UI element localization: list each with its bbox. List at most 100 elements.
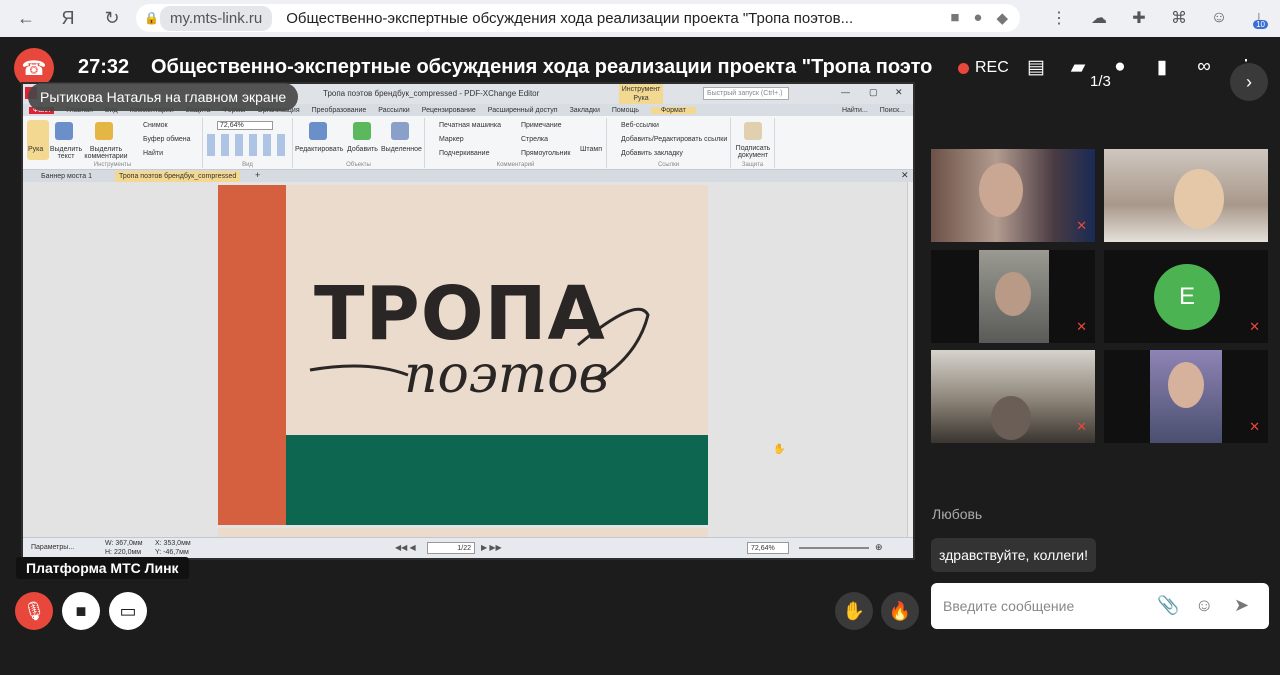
reload-icon[interactable]: ↻	[96, 2, 128, 34]
search-link[interactable]: Поиск...	[880, 107, 905, 114]
participant-face-3	[995, 272, 1031, 316]
participant-tile-6[interactable]: ✕	[1104, 350, 1268, 443]
add-icon[interactable]	[353, 122, 371, 140]
cursor-hand-icon: ✋	[773, 444, 786, 455]
page-number-field[interactable]: 1/22	[427, 542, 475, 554]
stamp-button[interactable]: Штамп	[580, 146, 602, 153]
profile-icon[interactable]: ☺	[1206, 5, 1232, 31]
tool-context-tab[interactable]: Инструмент Рука	[619, 84, 663, 104]
hand-tool-icon[interactable]	[27, 120, 49, 160]
close-doc-icon[interactable]: ✕	[901, 170, 909, 181]
bookmark-icon[interactable]: ◆	[996, 9, 1008, 27]
mic-indicator-icon[interactable]: ●	[973, 9, 982, 27]
participant-tile-1[interactable]: ✕	[931, 149, 1095, 242]
translate-icon[interactable]: ⌘	[1166, 5, 1192, 31]
find-link[interactable]: Найти...	[842, 107, 868, 114]
params-button[interactable]: Параметры...	[31, 544, 74, 551]
close-icon[interactable]: ✕	[895, 87, 903, 98]
marker-button[interactable]: Маркер	[439, 136, 464, 143]
attach-icon[interactable]: 📎	[1157, 595, 1179, 616]
participant-tile-5[interactable]: ✕	[931, 350, 1095, 443]
menu-mailings[interactable]: Рассылки	[378, 107, 409, 114]
document-icon[interactable]: ▮	[1148, 53, 1176, 81]
mic-toggle-button[interactable]: 🎙	[15, 592, 53, 630]
ribbon-group-comments: Печатная машинка Примечание Маркер Стрел…	[425, 118, 607, 168]
chat-message-input[interactable]	[943, 598, 1143, 614]
back-icon[interactable]: ←	[10, 2, 42, 34]
recording-indicator[interactable]: REC	[958, 59, 1009, 77]
quick-search-input[interactable]: Быстрый запуск (Ctrl+.)	[703, 87, 789, 100]
screen-share-button[interactable]: ▭	[109, 592, 147, 630]
brand-swash	[309, 307, 650, 382]
camera-indicator-icon[interactable]: ■	[950, 9, 959, 27]
menu-review[interactable]: Рецензирование	[422, 107, 476, 114]
view-tools-icons[interactable]	[207, 134, 287, 156]
clipboard-button[interactable]: Буфер обмена	[143, 136, 191, 143]
zoom-field[interactable]: 72,64%	[217, 121, 273, 130]
arrow-button[interactable]: Стрелка	[521, 136, 548, 143]
add-bookmark-button[interactable]: Добавить закладку	[621, 150, 683, 157]
add-edit-links-button[interactable]: Добавить/Редактировать ссылки	[621, 136, 727, 143]
edit-icon[interactable]	[309, 122, 327, 140]
select-text-icon[interactable]	[55, 122, 73, 140]
pdf-window-title: Тропа поэтов брендбук_compressed - PDF-X…	[323, 89, 540, 98]
menu-format[interactable]: Формат	[650, 106, 696, 114]
extensions-icon[interactable]: ✚	[1126, 5, 1152, 31]
selected-icon[interactable]	[391, 122, 409, 140]
menu-convert[interactable]: Преобразование	[312, 107, 367, 114]
menu-bookmarks[interactable]: Закладки	[570, 107, 600, 114]
doc-tab-1[interactable]: Баннер моста 1	[37, 171, 96, 182]
rec-dot-icon	[958, 62, 969, 74]
address-bar[interactable]: 🔒 my.mts-link.ru Общественно-экспертные …	[136, 4, 1020, 32]
link-icon[interactable]: ∞	[1190, 53, 1218, 81]
find-button[interactable]: Найти	[143, 150, 163, 157]
maximize-icon[interactable]: ▢	[869, 87, 878, 98]
reaction-button[interactable]: 🔥	[881, 592, 919, 630]
participant-tile-2[interactable]	[1104, 149, 1268, 242]
pdf-vertical-scrollbar[interactable]	[907, 182, 913, 537]
edit-button[interactable]: Редактировать	[295, 146, 343, 153]
chat-icon[interactable]: ▰	[1064, 53, 1092, 81]
zoom-in-icon[interactable]: ⊕	[875, 542, 883, 553]
pdf-statusbar: Параметры... W: 367,0мм H: 220,0мм X: 35…	[23, 537, 913, 558]
tiles-next-button[interactable]: ›	[1230, 63, 1268, 101]
status-zoom-field[interactable]: 72,64%	[747, 542, 789, 554]
emoji-icon[interactable]: ☺	[1195, 595, 1213, 616]
muted-mic-icon: ✕	[1076, 319, 1087, 334]
select-comments-icon[interactable]	[95, 122, 113, 140]
raise-hand-button[interactable]: ✋	[835, 592, 873, 630]
note-button[interactable]: Примечание	[521, 122, 562, 129]
ribbon-group-view: 72,64% Вид	[203, 118, 293, 168]
zoom-slider[interactable]	[799, 547, 869, 549]
send-icon[interactable]: ➤	[1234, 595, 1249, 616]
minimize-icon[interactable]: —	[841, 87, 850, 97]
rectangle-button[interactable]: Прямоугольник	[521, 150, 570, 157]
weather-icon[interactable]: ☁	[1086, 5, 1112, 31]
selected-button[interactable]: Выделенное	[381, 146, 422, 153]
select-comments-label[interactable]: Выделить комментарии	[83, 146, 129, 160]
hand-tool-label[interactable]: Рука	[28, 146, 43, 153]
page-nav-next-icons[interactable]: ▶ ▶▶	[481, 543, 502, 552]
participant-tile-4[interactable]: Е ✕	[1104, 250, 1268, 343]
web-links-button[interactable]: Веб-ссылки	[621, 122, 659, 129]
add-button[interactable]: Добавить	[347, 146, 378, 153]
underline-button[interactable]: Подчеркивание	[439, 150, 489, 157]
select-text-label[interactable]: Выделить текст	[49, 146, 83, 160]
participant-face-2	[1174, 169, 1224, 229]
snapshot-button[interactable]: Снимок	[143, 122, 168, 129]
menu-help[interactable]: Помощь	[612, 107, 639, 114]
downloads-icon[interactable]: ↓ 10	[1246, 5, 1272, 31]
pdf-viewer[interactable]: ТРОПА поэтов ✋	[23, 182, 907, 537]
sign-button[interactable]: Подписать документ	[733, 145, 773, 159]
menu-dots-icon[interactable]: ⋮	[1046, 5, 1072, 31]
page-nav-icons[interactable]: ◀◀ ◀	[395, 543, 416, 552]
sign-icon[interactable]	[744, 122, 762, 140]
materials-icon[interactable]: ▤	[1022, 53, 1050, 81]
menu-share[interactable]: Расширенный доступ	[488, 107, 558, 114]
yandex-icon[interactable]: Я	[52, 2, 84, 34]
participant-tile-3[interactable]: ✕	[931, 250, 1095, 343]
doc-tab-2[interactable]: Тропа поэтов брендбук_compressed	[115, 171, 241, 182]
new-tab-icon[interactable]: +	[255, 170, 260, 180]
typewriter-button[interactable]: Печатная машинка	[439, 122, 501, 129]
camera-toggle-button[interactable]: ■	[62, 592, 100, 630]
